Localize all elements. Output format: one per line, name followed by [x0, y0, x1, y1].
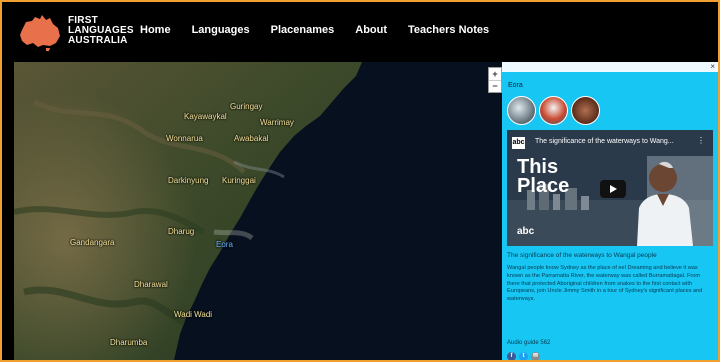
map-label-eora[interactable]: Eora [216, 240, 233, 249]
video-caption: The significance of the waterways to Wan… [507, 252, 657, 259]
map-label-warrimay[interactable]: Warrimay [260, 118, 294, 127]
play-button[interactable] [600, 180, 626, 198]
panel-top-bar [502, 62, 718, 72]
language-description: Wangal people know Sydney as the place o… [507, 265, 703, 303]
brand-line-3: AUSTRALIA [68, 35, 128, 46]
media-thumbnails [507, 96, 603, 125]
overlay-line-2: Place [517, 175, 570, 197]
video-person-image [637, 161, 693, 246]
australia-logo-icon[interactable] [16, 12, 64, 52]
map-label-wonnarua[interactable]: Wonnarua [166, 134, 203, 143]
satellite-map[interactable]: Guringay Kayawaykal Warrimay Wonnarua Aw… [14, 62, 502, 360]
facebook-icon[interactable]: f [507, 352, 516, 360]
nav-languages[interactable]: Languages [192, 24, 250, 36]
map-label-guringay[interactable]: Guringay [230, 102, 262, 111]
thumbnail-photo-2[interactable] [539, 96, 568, 125]
app-frame: FIRST LANGUAGES AUSTRALIA Home Languages… [0, 0, 720, 362]
nav-teachers-notes[interactable]: Teachers Notes [408, 24, 489, 36]
video-player[interactable]: abc The significance of the waterways to… [507, 130, 713, 246]
nav-placenames[interactable]: Placenames [271, 24, 335, 36]
map-zoom-control: + − [488, 67, 502, 93]
abc-logo-icon: abc [512, 137, 525, 149]
language-name: Eora [508, 82, 523, 89]
map-label-dharumba[interactable]: Dharumba [110, 338, 147, 347]
map-label-gandangara[interactable]: Gandangara [70, 238, 114, 247]
thumbnail-photo-3[interactable] [571, 96, 600, 125]
map-label-kuringgai[interactable]: Kuringgai [222, 176, 256, 185]
map-label-kayawaykal[interactable]: Kayawaykal [184, 112, 227, 121]
video-overlay-title: This Place [517, 157, 570, 197]
map-label-wadi-wadi[interactable]: Wadi Wadi [174, 310, 212, 319]
thumbnail-photo-1[interactable] [507, 96, 536, 125]
abc-watermark-icon: abc [517, 226, 535, 237]
zoom-in-button[interactable]: + [489, 68, 501, 80]
map-label-darkinyung[interactable]: Darkinyung [168, 176, 208, 185]
email-icon[interactable]: ✉ [531, 352, 540, 360]
nav-home[interactable]: Home [140, 24, 171, 36]
main-nav: Home Languages Placenames About Teachers… [140, 24, 510, 36]
zoom-out-button[interactable]: − [489, 79, 501, 93]
video-menu-icon[interactable]: ⋮ [697, 136, 705, 145]
site-header: FIRST LANGUAGES AUSTRALIA Home Languages… [2, 2, 718, 62]
social-share: f t ✉ [507, 352, 543, 360]
twitter-icon[interactable]: t [519, 352, 528, 360]
map-label-dharug[interactable]: Dharug [168, 227, 194, 236]
language-info-panel: × Eora abc The significance of the water… [502, 62, 718, 360]
close-icon[interactable]: × [710, 62, 715, 72]
map-label-dharawal[interactable]: Dharawal [134, 280, 168, 289]
map-label-awabakal[interactable]: Awabakal [234, 134, 269, 143]
brand-title[interactable]: FIRST LANGUAGES AUSTRALIA [68, 16, 134, 46]
audio-guide-label[interactable]: Audio guide 562 [507, 340, 550, 346]
nav-about[interactable]: About [355, 24, 387, 36]
video-title[interactable]: The significance of the waterways to Wan… [535, 138, 674, 145]
